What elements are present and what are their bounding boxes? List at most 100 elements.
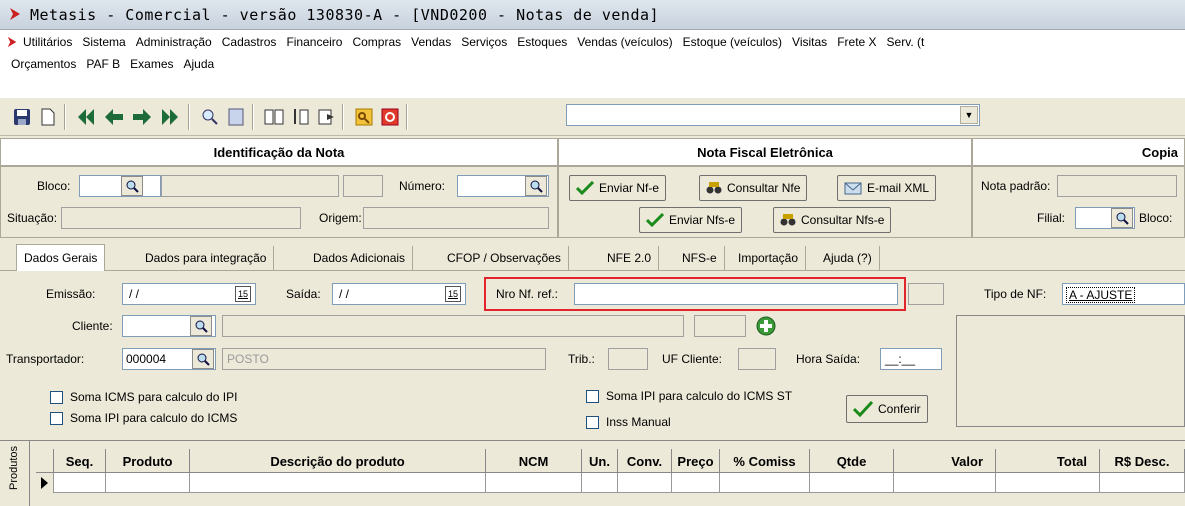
cell-conv[interactable]	[618, 473, 672, 493]
export-icon[interactable]	[314, 105, 338, 129]
menu-orcamentos[interactable]: Orçamentos	[6, 54, 81, 74]
emissao-field[interactable]: / / 15	[122, 283, 256, 305]
cell-preco[interactable]	[672, 473, 720, 493]
hora-saida-field[interactable]: __:__	[880, 348, 942, 370]
col-valor[interactable]: Valor	[894, 449, 996, 473]
tab-dados-integracao[interactable]: Dados para integração	[138, 246, 275, 270]
soma-icms-ipi-checkbox[interactable]	[50, 391, 63, 404]
add-client-icon[interactable]	[756, 316, 776, 336]
col-rs-desc[interactable]: R$ Desc.	[1100, 449, 1185, 473]
menu-row-1: Utilitários Sistema Administração Cadast…	[18, 32, 929, 52]
search-record-icon[interactable]	[198, 105, 222, 129]
menu-row-2: Orçamentos PAF B Exames Ajuda	[6, 54, 219, 74]
col-un[interactable]: Un.	[582, 449, 618, 473]
sort-icon[interactable]	[288, 105, 312, 129]
binoculars-icon	[780, 214, 796, 226]
tab-importacao[interactable]: Importação	[731, 246, 807, 270]
cell-comiss[interactable]	[720, 473, 810, 493]
next-record-icon[interactable]	[130, 105, 154, 129]
cell-un[interactable]	[582, 473, 618, 493]
cell-qtde[interactable]	[810, 473, 894, 493]
nro-nf-ref-field[interactable]	[574, 283, 898, 305]
cell-descricao[interactable]	[190, 473, 486, 493]
row-indicator	[36, 473, 54, 493]
tipo-nf-field[interactable]: A - AJUSTE	[1062, 283, 1185, 305]
menu-administracao[interactable]: Administração	[131, 32, 217, 52]
menu-compras[interactable]: Compras	[347, 32, 406, 52]
first-record-icon[interactable]	[74, 105, 98, 129]
duplicate-icon[interactable]	[262, 105, 286, 129]
soma-ipi-icms-st-checkbox[interactable]	[586, 390, 599, 403]
col-seq[interactable]: Seq.	[54, 449, 106, 473]
soma-ipi-icms-checkbox[interactable]	[50, 412, 63, 425]
key-icon[interactable]	[352, 105, 376, 129]
save-icon[interactable]	[10, 105, 34, 129]
menu-utilitarios[interactable]: Utilitários	[18, 32, 77, 52]
menu-vendas[interactable]: Vendas	[406, 32, 456, 52]
cliente-search-icon[interactable]	[190, 316, 212, 336]
tipo-nf-label: Tipo de NF:	[984, 287, 1047, 301]
inss-manual-checkbox[interactable]	[586, 416, 599, 429]
products-side-tab[interactable]: Produtos	[0, 440, 30, 506]
menu-logo-icon	[7, 36, 17, 48]
chevron-down-icon[interactable]: ▼	[960, 106, 978, 124]
menu-vendas-veiculos[interactable]: Vendas (veículos)	[572, 32, 677, 52]
col-qtde[interactable]: Qtde	[810, 449, 894, 473]
transportador-search-icon[interactable]	[192, 349, 214, 369]
saida-field[interactable]: / / 15	[332, 283, 466, 305]
bloco-field[interactable]	[79, 175, 161, 197]
previous-record-icon[interactable]	[102, 105, 126, 129]
menu-sistema[interactable]: Sistema	[77, 32, 130, 52]
tab-dados-gerais[interactable]: Dados Gerais	[16, 244, 106, 271]
consultar-nfe-button[interactable]: Consultar Nfe	[699, 175, 808, 201]
new-document-icon[interactable]	[36, 105, 60, 129]
cell-total[interactable]	[996, 473, 1100, 493]
cell-valor[interactable]	[894, 473, 996, 493]
tab-cfop-observacoes[interactable]: CFOP / Observações	[440, 246, 569, 270]
transportador-name-field: POSTO	[222, 348, 546, 370]
col-comiss[interactable]: % Comiss	[720, 449, 810, 473]
power-exit-icon[interactable]	[378, 105, 402, 129]
filial-search-icon[interactable]	[1111, 208, 1133, 228]
menu-estoque-veiculos[interactable]: Estoque (veículos)	[678, 32, 787, 52]
cell-produto[interactable]	[106, 473, 190, 493]
calendar-icon[interactable]: 15	[235, 286, 251, 302]
cell-rs-desc[interactable]	[1100, 473, 1185, 493]
menu-frete-x[interactable]: Frete X	[832, 32, 881, 52]
calendar-icon[interactable]: 15	[445, 286, 461, 302]
last-record-icon[interactable]	[158, 105, 182, 129]
uf-cliente-label: UF Cliente:	[662, 352, 723, 366]
menu-cadastros[interactable]: Cadastros	[217, 32, 282, 52]
tab-nfs-e[interactable]: NFS-e	[675, 246, 725, 270]
col-total[interactable]: Total	[996, 449, 1100, 473]
cell-seq[interactable]	[54, 473, 106, 493]
table-row[interactable]	[36, 473, 1185, 493]
calculator-icon[interactable]	[224, 105, 248, 129]
toolbar-separator	[342, 104, 344, 130]
menu-ajuda[interactable]: Ajuda	[179, 54, 220, 74]
col-ncm[interactable]: NCM	[486, 449, 582, 473]
tab-nfe-20[interactable]: NFE 2.0	[600, 246, 660, 270]
menu-financeiro[interactable]: Financeiro	[281, 32, 347, 52]
col-produto[interactable]: Produto	[106, 449, 190, 473]
enviar-nfse-button[interactable]: Enviar Nfs-e	[639, 207, 743, 233]
bloco-search-icon[interactable]	[121, 176, 143, 196]
cell-ncm[interactable]	[486, 473, 582, 493]
toolbar-combo[interactable]: ▼	[566, 104, 980, 126]
numero-search-icon[interactable]	[525, 176, 547, 196]
enviar-nfe-button[interactable]: Enviar Nf-e	[569, 175, 667, 201]
tab-dados-adicionais[interactable]: Dados Adicionais	[306, 246, 414, 270]
col-descricao[interactable]: Descrição do produto	[190, 449, 486, 473]
menu-paf-b[interactable]: PAF B	[81, 54, 125, 74]
col-preco[interactable]: Preço	[672, 449, 720, 473]
menu-exames[interactable]: Exames	[125, 54, 178, 74]
menu-visitas[interactable]: Visitas	[787, 32, 832, 52]
conferir-button[interactable]: Conferir	[846, 395, 928, 423]
col-conv[interactable]: Conv.	[618, 449, 672, 473]
menu-servicos[interactable]: Serviços	[456, 32, 512, 52]
email-xml-button[interactable]: E-mail XML	[837, 175, 937, 201]
tab-ajuda[interactable]: Ajuda (?)	[816, 246, 880, 270]
consultar-nfse-button[interactable]: Consultar Nfs-e	[773, 207, 892, 233]
menu-serv-t[interactable]: Serv. (t	[882, 32, 930, 52]
menu-estoques[interactable]: Estoques	[512, 32, 572, 52]
